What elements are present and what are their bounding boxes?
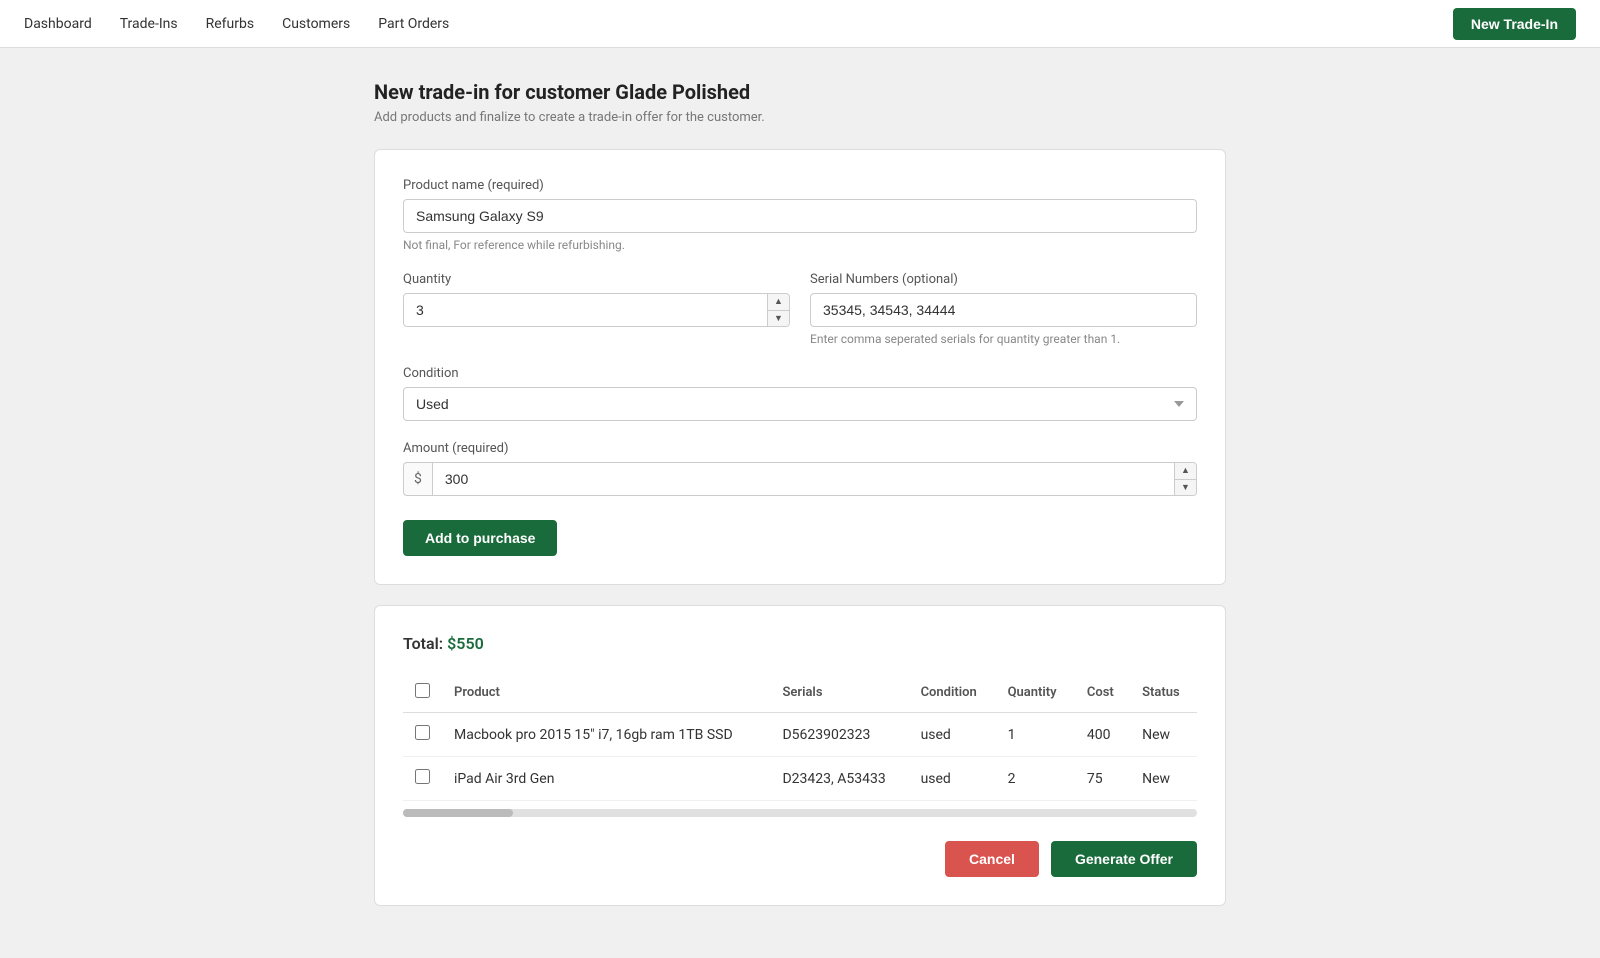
amount-input[interactable] bbox=[432, 462, 1197, 496]
row-checkbox-cell bbox=[403, 713, 442, 757]
nav-refurbs[interactable]: Refurbs bbox=[206, 16, 254, 32]
product-name-group: Product name (required) Not final, For r… bbox=[403, 178, 1197, 252]
product-name-label: Product name (required) bbox=[403, 178, 1197, 193]
nav-trade-ins[interactable]: Trade-Ins bbox=[120, 16, 178, 32]
scroll-bar[interactable] bbox=[403, 809, 1197, 817]
nav-dashboard[interactable]: Dashboard bbox=[24, 16, 92, 32]
row-quantity: 2 bbox=[996, 757, 1075, 801]
amount-spinner-btns: ▲ ▼ bbox=[1174, 463, 1196, 495]
cancel-button[interactable]: Cancel bbox=[945, 841, 1039, 877]
select-all-checkbox[interactable] bbox=[415, 683, 430, 698]
navbar: Dashboard Trade-Ins Refurbs Customers Pa… bbox=[0, 0, 1600, 48]
quantity-increment[interactable]: ▲ bbox=[767, 294, 789, 311]
total-label: Total: bbox=[403, 634, 443, 653]
row-status: New bbox=[1130, 757, 1197, 801]
new-tradein-button[interactable]: New Trade-In bbox=[1453, 8, 1576, 40]
th-cost: Cost bbox=[1075, 673, 1130, 713]
condition-select[interactable]: New Used Broken Refurbished bbox=[403, 387, 1197, 421]
quantity-spinner-btns: ▲ ▼ bbox=[767, 294, 789, 326]
table-row: Macbook pro 2015 15" i7, 16gb ram 1TB SS… bbox=[403, 713, 1197, 757]
product-name-input[interactable] bbox=[403, 199, 1197, 233]
row-condition: used bbox=[909, 757, 996, 801]
dollar-sign: $ bbox=[403, 462, 432, 496]
serial-numbers-label: Serial Numbers (optional) bbox=[810, 272, 1197, 287]
amount-label: Amount (required) bbox=[403, 441, 1197, 456]
summary-card: Total: $550 Product Serials Condition Qu… bbox=[374, 605, 1226, 906]
row-checkbox-0[interactable] bbox=[415, 725, 430, 740]
condition-label: Condition bbox=[403, 366, 1197, 381]
page-title: New trade-in for customer Glade Polished bbox=[374, 80, 1226, 104]
th-status: Status bbox=[1130, 673, 1197, 713]
serial-numbers-hint: Enter comma seperated serials for quanti… bbox=[810, 332, 1197, 346]
amount-increment[interactable]: ▲ bbox=[1174, 463, 1196, 480]
total-value: $550 bbox=[447, 634, 484, 653]
products-table: Product Serials Condition Quantity Cost … bbox=[403, 673, 1197, 801]
qty-serial-row: Quantity ▲ ▼ Serial Numbers (optional) E… bbox=[403, 272, 1197, 366]
total-row: Total: $550 bbox=[403, 634, 1197, 653]
amount-wrapper: $ ▲ ▼ bbox=[403, 462, 1197, 496]
amount-decrement[interactable]: ▼ bbox=[1174, 480, 1196, 496]
nav-customers[interactable]: Customers bbox=[282, 16, 350, 32]
row-condition: used bbox=[909, 713, 996, 757]
quantity-spinner-wrapper: ▲ ▼ bbox=[403, 293, 790, 327]
row-serials: D23423, A53433 bbox=[770, 757, 908, 801]
main-content: New trade-in for customer Glade Polished… bbox=[350, 48, 1250, 958]
th-product: Product bbox=[442, 673, 770, 713]
nav-links: Dashboard Trade-Ins Refurbs Customers Pa… bbox=[24, 16, 449, 32]
quantity-input[interactable] bbox=[403, 293, 790, 327]
th-serials: Serials bbox=[770, 673, 908, 713]
row-quantity: 1 bbox=[996, 713, 1075, 757]
row-status: New bbox=[1130, 713, 1197, 757]
add-to-purchase-button[interactable]: Add to purchase bbox=[403, 520, 557, 556]
quantity-label: Quantity bbox=[403, 272, 790, 287]
row-serials: D5623902323 bbox=[770, 713, 908, 757]
th-quantity: Quantity bbox=[996, 673, 1075, 713]
table-row: iPad Air 3rd Gen D23423, A53433 used 2 7… bbox=[403, 757, 1197, 801]
product-name-hint: Not final, For reference while refurbish… bbox=[403, 238, 1197, 252]
generate-offer-button[interactable]: Generate Offer bbox=[1051, 841, 1197, 877]
row-cost: 75 bbox=[1075, 757, 1130, 801]
serial-numbers-group: Serial Numbers (optional) Enter comma se… bbox=[810, 272, 1197, 346]
row-product: Macbook pro 2015 15" i7, 16gb ram 1TB SS… bbox=[442, 713, 770, 757]
card-footer: Cancel Generate Offer bbox=[403, 833, 1197, 877]
row-checkbox-1[interactable] bbox=[415, 769, 430, 784]
row-cost: 400 bbox=[1075, 713, 1130, 757]
th-checkbox bbox=[403, 673, 442, 713]
page-subtitle: Add products and finalize to create a tr… bbox=[374, 110, 1226, 125]
row-product: iPad Air 3rd Gen bbox=[442, 757, 770, 801]
th-condition: Condition bbox=[909, 673, 996, 713]
table-header-row: Product Serials Condition Quantity Cost … bbox=[403, 673, 1197, 713]
scroll-thumb bbox=[403, 809, 513, 817]
serial-numbers-input[interactable] bbox=[810, 293, 1197, 327]
form-card: Product name (required) Not final, For r… bbox=[374, 149, 1226, 585]
quantity-decrement[interactable]: ▼ bbox=[767, 311, 789, 327]
amount-group: Amount (required) $ ▲ ▼ bbox=[403, 441, 1197, 496]
condition-group: Condition New Used Broken Refurbished bbox=[403, 366, 1197, 421]
nav-part-orders[interactable]: Part Orders bbox=[378, 16, 449, 32]
row-checkbox-cell bbox=[403, 757, 442, 801]
quantity-group: Quantity ▲ ▼ bbox=[403, 272, 790, 346]
